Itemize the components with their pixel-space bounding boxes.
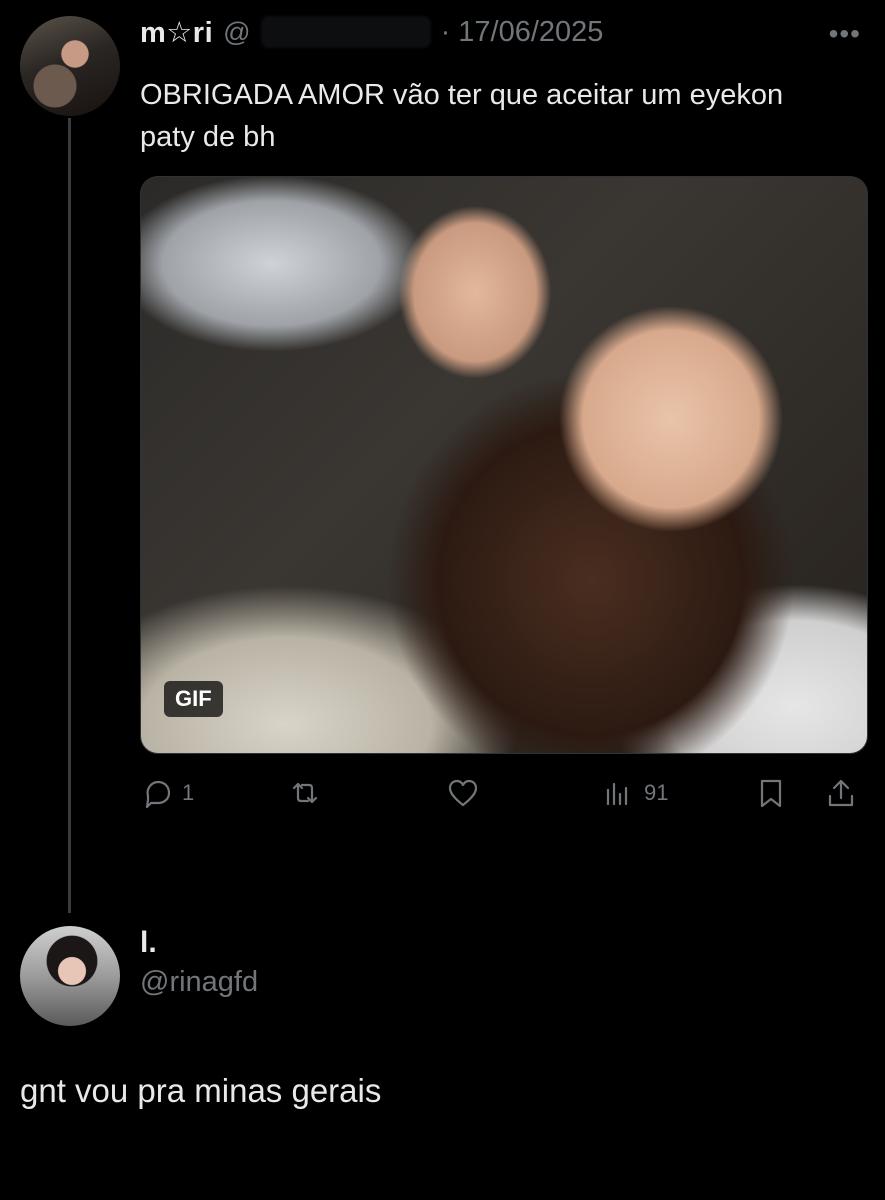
avatar[interactable] — [20, 16, 120, 116]
reply-text: gnt vou pra minas gerais — [20, 1072, 382, 1109]
gif-badge: GIF — [164, 681, 223, 717]
reply-icon — [145, 780, 171, 809]
bookmark-icon — [760, 779, 782, 808]
thread-connector-line — [68, 118, 71, 913]
views-icon — [606, 782, 628, 806]
share-icon — [828, 779, 854, 807]
tweet-text: OBRIGADA AMOR vão ter que aceitar um eye… — [140, 79, 784, 153]
handle-prefix[interactable]: @ — [223, 17, 250, 48]
retweet-icon — [292, 782, 318, 804]
like-button[interactable] — [446, 776, 480, 810]
reply-display-name[interactable]: l. — [140, 926, 157, 960]
reply-avatar[interactable] — [20, 926, 120, 1026]
action-bar: 1 91 — [140, 776, 866, 816]
bookmark-button[interactable] — [754, 776, 788, 810]
more-options-icon[interactable]: ••• — [829, 18, 861, 50]
view-count: 91 — [644, 780, 669, 805]
views-button[interactable]: 91 — [602, 776, 668, 810]
reply-handle[interactable]: @rinagfd — [140, 966, 258, 999]
tweet-header: m☆ri @ · 17/06/2025 — [140, 14, 603, 50]
gif-media[interactable]: GIF — [140, 176, 868, 754]
tweet-date[interactable]: · 17/06/2025 — [441, 16, 604, 49]
redacted-handle — [260, 16, 431, 48]
reply-button[interactable]: 1 — [140, 776, 194, 810]
reply-count: 1 — [182, 780, 195, 805]
display-name[interactable]: m☆ri — [140, 15, 213, 50]
share-button[interactable] — [824, 776, 858, 810]
retweet-button[interactable] — [288, 776, 322, 810]
heart-icon — [448, 779, 478, 807]
